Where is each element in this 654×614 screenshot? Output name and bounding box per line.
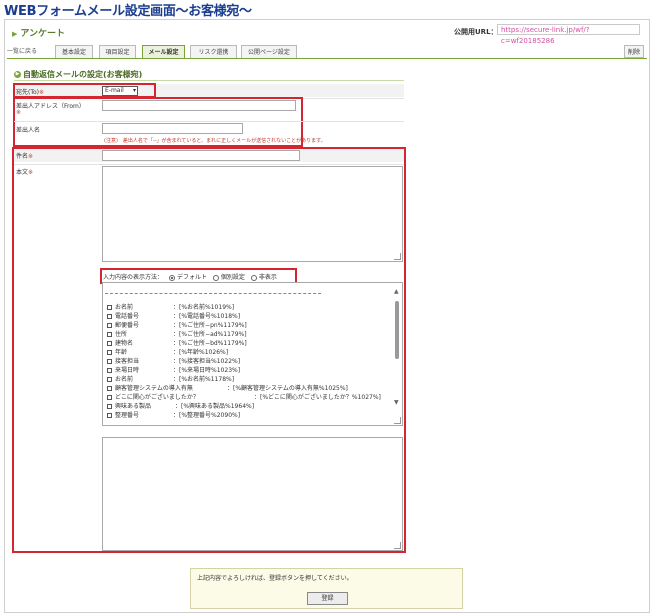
confirm-panel: 上記内容でよろしければ、登録ボタンを押してください。 登録: [190, 568, 463, 609]
public-url-field[interactable]: https://secure-link.jp/wf/?c=wf20185286: [497, 24, 640, 45]
checkbox-icon[interactable]: [107, 413, 112, 418]
field-tag: ：[%興味ある製品%1964%]: [175, 403, 255, 410]
field-name: 年齢: [115, 349, 128, 356]
resize-grip-icon[interactable]: [394, 542, 401, 549]
checkbox-icon[interactable]: [107, 332, 112, 337]
field-tag: ：[%ご住所−ad%1179%]: [173, 331, 247, 338]
checkbox-icon[interactable]: [107, 350, 112, 355]
footer-textarea[interactable]: [102, 437, 403, 551]
field-tag: ：[%接客担当%1022%]: [173, 358, 241, 365]
app-title-text: アンケート: [20, 29, 66, 39]
tab-baseline: [7, 58, 647, 59]
list-item[interactable]: お名前 ：[%お名前%1019%]: [107, 302, 234, 311]
from-name-note: (注意) 差出人名で「--」が含まれていると、まれに正しくメールが送信されないこ…: [104, 138, 326, 144]
section-title-text: 自動返信メールの設定(お客様宛): [23, 70, 143, 79]
field-tag: ：[%お名前%1019%]: [173, 304, 235, 311]
body-label-text: 本文: [16, 169, 29, 176]
checkbox-icon[interactable]: [107, 359, 112, 364]
list-item[interactable]: 電話番号 ：[%電話番号%1018%]: [107, 311, 240, 320]
section-underline: [14, 80, 404, 81]
list-item[interactable]: 建物名 ：[%ご住所−bd%1179%]: [107, 338, 247, 347]
field-tag: ：[%どこに関心がございましたか？%1027%]: [254, 394, 381, 401]
list-item[interactable]: 年齢 ：[%年齢%1026%]: [107, 347, 228, 356]
separator: [14, 164, 404, 165]
body-required-mark: ※: [28, 169, 34, 176]
public-url-label: 公開用URL：: [454, 28, 498, 36]
list-scrollbar[interactable]: ▲ ▼: [393, 285, 401, 423]
subject-input[interactable]: [102, 150, 300, 161]
subject-required-mark: ※: [28, 153, 34, 160]
app-title: ▶ アンケート: [12, 26, 65, 39]
list-item[interactable]: 接客担当 ：[%接客担当%1022%]: [107, 356, 240, 365]
body-textarea[interactable]: [102, 166, 403, 262]
field-tag: ：[%顧客管理システムの導入有無%1025%]: [227, 385, 348, 392]
from-name-label: 差出人名: [16, 127, 41, 134]
list-divider: [105, 293, 321, 294]
field-tag: ：[%ご住所−bd%1179%]: [173, 340, 247, 347]
field-name: 接客担当: [115, 358, 140, 365]
triangle-icon: ▶: [12, 30, 18, 38]
tab-risk-link[interactable]: リスク還携: [190, 45, 237, 58]
field-name: 興味ある製品: [115, 403, 152, 410]
tab-basic-settings[interactable]: 基本設定: [55, 45, 93, 58]
list-item[interactable]: お名前 ：[%お名前%1178%]: [107, 374, 234, 383]
back-to-list-link[interactable]: 一覧に戻る: [7, 46, 37, 55]
field-name: 建物名: [115, 340, 134, 347]
list-item[interactable]: 整理番号 ：[%整理番号%2090%]: [107, 410, 240, 419]
checkbox-icon[interactable]: [107, 386, 112, 391]
section-title: ▶ 自動返信メールの設定(お客様宛): [14, 69, 142, 80]
from-name-input[interactable]: [102, 123, 243, 134]
field-name: 来場日時: [115, 367, 140, 374]
highlight-to: [13, 83, 156, 98]
checkbox-icon[interactable]: [107, 305, 112, 310]
tab-public-page-settings[interactable]: 公開ページ設定: [241, 45, 297, 58]
field-tag: ：[%ご住所−pn%1179%]: [173, 322, 247, 329]
checkbox-icon[interactable]: [107, 341, 112, 346]
scroll-up-icon[interactable]: ▲: [394, 288, 399, 295]
list-item[interactable]: どこに関心がございましたか？ ：[%どこに関心がございましたか？%1027%]: [107, 392, 381, 401]
checkbox-icon[interactable]: [107, 395, 112, 400]
delete-button[interactable]: 削除: [624, 45, 644, 58]
field-tag: ：[%整理番号%2090%]: [173, 412, 241, 419]
body-label: 本文※: [16, 167, 33, 176]
resize-grip-icon[interactable]: [394, 253, 401, 260]
list-item[interactable]: 住所 ：[%ご住所−ad%1179%]: [107, 329, 247, 338]
page-title: WEBフォームメール設定画面～お客様宛～: [4, 4, 252, 19]
field-name: 住所: [115, 331, 128, 338]
submit-button[interactable]: 登録: [307, 592, 348, 605]
tab-field-settings[interactable]: 項目設定: [99, 45, 136, 58]
subject-label-text: 件名: [16, 153, 29, 160]
confirm-text: 上記内容でよろしければ、登録ボタンを押してください。: [197, 575, 353, 582]
field-name: 郵便番号: [115, 322, 140, 329]
checkbox-icon[interactable]: [107, 368, 112, 373]
scroll-thumb[interactable]: [395, 301, 399, 359]
field-tag: ：[%来場日時%1023%]: [173, 367, 241, 374]
field-tag: ：[%電話番号%1018%]: [173, 313, 241, 320]
field-name: お名前: [115, 376, 134, 383]
list-item[interactable]: 郵便番号 ：[%ご住所−pn%1179%]: [107, 320, 247, 329]
checkbox-icon[interactable]: [107, 323, 112, 328]
scroll-down-icon[interactable]: ▼: [394, 399, 399, 406]
field-name: 顧客管理システムの導入有無: [115, 385, 193, 392]
bullet-icon: ▶: [14, 71, 21, 78]
field-name: お名前: [115, 304, 134, 311]
field-tag-list[interactable]: お名前 ：[%お名前%1019%] 電話番号 ：[%電話番号%1018%] 郵便番号…: [102, 282, 403, 426]
checkbox-icon[interactable]: [107, 377, 112, 382]
subject-label: 件名※: [16, 151, 33, 160]
field-tag: ：[%お名前%1178%]: [173, 376, 235, 383]
list-item[interactable]: 顧客管理システムの導入有無 ：[%顧客管理システムの導入有無%1025%]: [107, 383, 348, 392]
list-item[interactable]: 興味ある製品 ：[%興味ある製品%1964%]: [107, 401, 254, 410]
list-item[interactable]: 来場日時 ：[%来場日時%1023%]: [107, 365, 240, 374]
field-name: どこに関心がございましたか？: [115, 394, 199, 401]
tab-mail-settings[interactable]: メール設定: [142, 45, 185, 58]
resize-grip-icon[interactable]: [394, 417, 401, 424]
separator: [14, 121, 404, 122]
checkbox-icon[interactable]: [107, 404, 112, 409]
field-name: 電話番号: [115, 313, 140, 320]
checkbox-icon[interactable]: [107, 314, 112, 319]
field-name: 整理番号: [115, 412, 140, 419]
field-tag: ：[%年齢%1026%]: [173, 349, 229, 356]
